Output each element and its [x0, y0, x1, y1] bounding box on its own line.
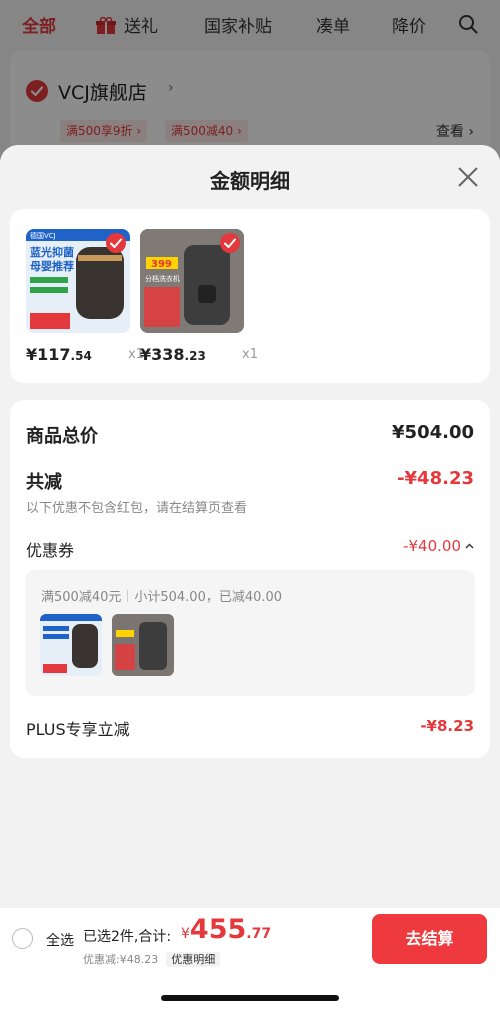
product-item[interactable]: 德国VCJ 蓝光抑菌 母婴推荐 ¥117.54 x1: [26, 229, 144, 364]
price-breakdown-card: 商品总价 ¥504.00 共减 -¥48.23 以下优惠不包含红包，请在结算页查…: [10, 400, 490, 758]
product-checkbox[interactable]: [220, 233, 240, 253]
coupon-product-thumb: [40, 614, 102, 676]
plus-discount-value: -¥8.23: [420, 717, 474, 735]
product-image: 399 分档洗衣机: [140, 229, 244, 333]
coupon-product-thumb: [112, 614, 174, 676]
goods-total-value: ¥504.00: [392, 422, 474, 443]
goods-total-label: 商品总价: [26, 426, 98, 447]
product-image-brand: 德国VCJ: [30, 231, 56, 240]
select-all-radio[interactable]: [12, 928, 33, 949]
discount-note: 以下优惠不包含红包，请在结算页查看: [26, 501, 248, 516]
product-checkbox[interactable]: [106, 233, 126, 253]
close-icon[interactable]: [456, 165, 480, 189]
total-price: ¥455.77: [181, 914, 272, 945]
coupon-description: 满500减40元 小计504.00，已减40.00: [41, 590, 283, 605]
coupon-value: -¥40.00: [403, 537, 461, 555]
total-discount-label: 共减: [26, 472, 62, 493]
coupon-toggle[interactable]: -¥40.00: [403, 537, 474, 555]
product-image: 德国VCJ 蓝光抑菌 母婴推荐: [26, 229, 130, 333]
selection-summary: 已选2件,合计:: [83, 929, 172, 945]
checkout-button[interactable]: 去结算: [372, 914, 487, 964]
product-quantity: x1: [242, 347, 258, 362]
discount-summary: 优惠减:¥48.23 优惠明细: [83, 951, 221, 967]
checkout-bar: 全选 已选2件,合计: ¥455.77 优惠减:¥48.23 优惠明细 去结算: [0, 908, 500, 970]
home-indicator-area: [0, 970, 500, 1011]
product-image-price: 399: [151, 259, 172, 270]
plus-discount-label: PLUS专享立减: [26, 720, 130, 739]
product-image-caption: 分档洗衣机: [145, 274, 180, 283]
home-indicator[interactable]: [161, 995, 339, 1001]
sheet-title: 金额明细: [210, 169, 290, 193]
product-list-card: 德国VCJ 蓝光抑菌 母婴推荐 ¥117.54 x1 399 分档洗衣机 ¥33…: [10, 209, 490, 383]
product-image-line-1: 蓝光抑菌: [30, 245, 74, 259]
product-price: ¥338.23: [140, 345, 206, 364]
amount-detail-sheet: 金额明细 德国VCJ 蓝光抑菌 母婴推荐 ¥117.54 x1 399 分档洗衣…: [0, 145, 500, 1011]
product-image-line-2: 母婴推荐: [30, 259, 74, 273]
dim-overlay[interactable]: [0, 0, 500, 160]
select-all-label[interactable]: 全选: [46, 930, 74, 950]
total-discount-value: -¥48.23: [397, 468, 474, 489]
product-price: ¥117.54: [26, 345, 92, 364]
discount-detail-button[interactable]: 优惠明细: [166, 952, 221, 967]
product-item[interactable]: 399 分档洗衣机 ¥338.23 x1: [140, 229, 258, 364]
coupon-detail-box: 满500减40元 小计504.00，已减40.00: [25, 570, 475, 696]
chevron-up-icon: [465, 543, 474, 549]
coupon-label: 优惠券: [26, 541, 75, 560]
